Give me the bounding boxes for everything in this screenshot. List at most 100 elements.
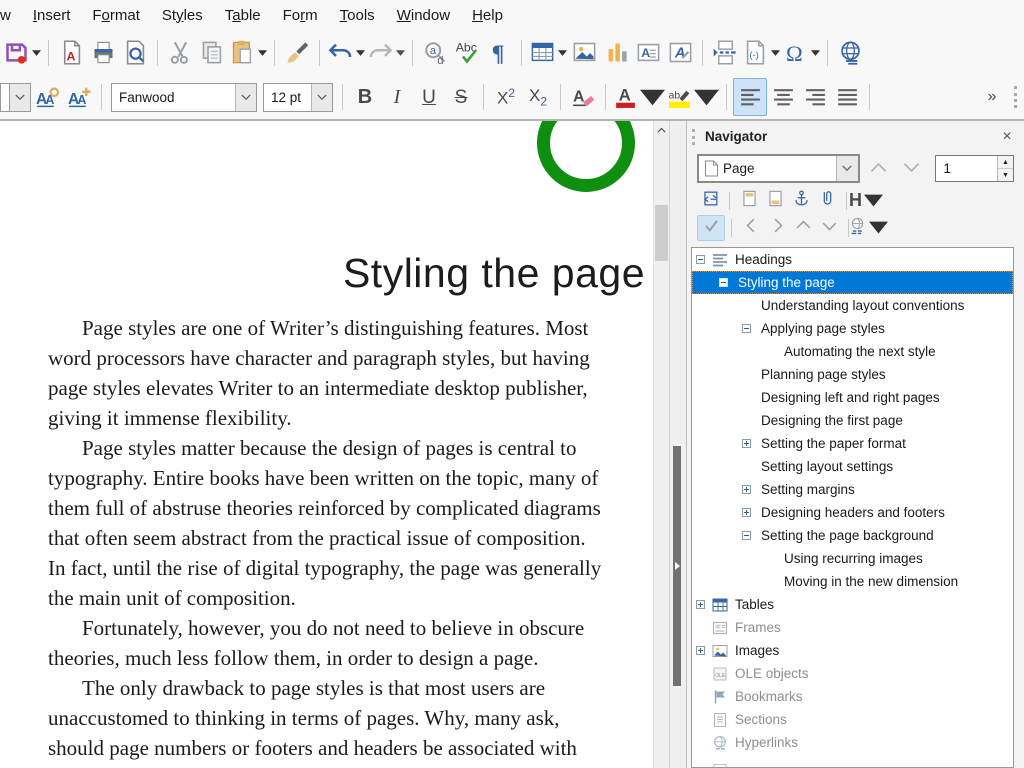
tree-item-setting-margins[interactable]: Setting margins xyxy=(692,478,1013,501)
dropdown-caret-icon[interactable] xyxy=(869,218,888,237)
previous-page-button[interactable] xyxy=(864,156,893,182)
font-name-combo[interactable]: Fanwood xyxy=(111,83,257,112)
insert-textbox-button[interactable]: A xyxy=(632,35,664,71)
tree-item-using-recurring-images[interactable]: Using recurring images xyxy=(692,547,1013,570)
document-scrollbar[interactable] xyxy=(653,121,669,768)
strikethrough-button[interactable]: S xyxy=(445,79,477,115)
clone-formatting-button[interactable] xyxy=(281,35,313,71)
tree-item-understanding-layout-conventions[interactable]: Understanding layout conventions xyxy=(692,294,1013,317)
expand-icon[interactable] xyxy=(742,439,751,448)
insert-chart-button[interactable] xyxy=(600,35,632,71)
dropdown-caret-icon[interactable] xyxy=(811,50,820,56)
superscript-button[interactable]: X2 xyxy=(490,79,522,115)
paragraph-style-combo-dropdown-button[interactable] xyxy=(9,83,31,112)
dropdown-caret-icon[interactable] xyxy=(32,50,41,56)
anchor-button[interactable] xyxy=(788,189,814,213)
sidebar-splitter[interactable] xyxy=(669,121,687,768)
tree-item-setting-layout-settings[interactable]: Setting layout settings xyxy=(692,455,1013,478)
undo-button[interactable] xyxy=(326,35,366,71)
collapse-icon[interactable] xyxy=(742,531,751,540)
find-replace-button[interactable]: ad xyxy=(419,35,451,71)
dropdown-caret-icon[interactable] xyxy=(356,50,365,56)
scrollbar-thumb[interactable] xyxy=(655,205,668,261)
nav-up-button[interactable] xyxy=(790,216,816,240)
expand-icon[interactable] xyxy=(742,508,751,517)
footer-button[interactable] xyxy=(762,189,788,213)
dropdown-caret-icon[interactable] xyxy=(396,50,405,56)
italic-button[interactable]: I xyxy=(381,79,413,115)
tree-item-setting-the-paper-format[interactable]: Setting the paper format xyxy=(692,432,1013,455)
panel-grip-icon[interactable] xyxy=(692,129,698,145)
print-button[interactable] xyxy=(87,35,119,71)
tree-item-ole-objects[interactable]: OLEOLE objects xyxy=(692,662,1013,685)
content-navigation-button[interactable] xyxy=(697,215,725,241)
close-panel-button[interactable]: × xyxy=(998,129,1016,145)
spin-up-button[interactable]: ▲ xyxy=(998,156,1013,169)
spelling-button[interactable]: Abc xyxy=(451,35,483,71)
spin-down-button[interactable]: ▼ xyxy=(998,169,1013,181)
save-button[interactable] xyxy=(2,35,42,71)
toolbar-overflow-button[interactable]: » xyxy=(976,79,1008,115)
tree-item-automating-the-next-style[interactable]: Automating the next style xyxy=(692,340,1013,363)
insert-field-button[interactable]: (-) xyxy=(741,35,781,71)
tree-item-setting-the-page-background[interactable]: Setting the page background xyxy=(692,524,1013,547)
tree-item-item[interactable] xyxy=(692,754,1013,768)
style-new-button[interactable]: AA xyxy=(63,79,95,115)
paragraph-style-combo[interactable] xyxy=(0,83,31,112)
nav-down-button[interactable] xyxy=(816,216,842,240)
collapse-icon[interactable] xyxy=(719,278,728,287)
font-name-combo-dropdown-button[interactable] xyxy=(235,84,256,111)
hyperlink-button[interactable] xyxy=(834,35,866,71)
menu-item-insert[interactable]: Insert xyxy=(22,3,82,28)
tree-item-bookmarks[interactable]: Bookmarks xyxy=(692,685,1013,708)
tree-item-frames[interactable]: Frames xyxy=(692,616,1013,639)
collapse-icon[interactable] xyxy=(696,255,705,264)
drag-mode-button[interactable] xyxy=(855,216,881,240)
subscript-button[interactable]: X2 xyxy=(522,79,554,115)
nav-forward-button[interactable] xyxy=(764,216,790,240)
menu-item-table[interactable]: Table xyxy=(214,3,272,28)
tree-item-designing-headers-and-footers[interactable]: Designing headers and footers xyxy=(692,501,1013,524)
dropdown-caret-icon[interactable] xyxy=(771,50,780,56)
document-area[interactable]: Styling the page Page styles are one of … xyxy=(0,121,653,768)
expand-icon[interactable] xyxy=(742,485,751,494)
special-character-button[interactable]: Ω xyxy=(781,35,821,71)
menu-item-w[interactable]: w xyxy=(0,3,22,28)
align-right-button[interactable] xyxy=(799,79,831,115)
tree-item-designing-left-and-right-pages[interactable]: Designing left and right pages xyxy=(692,386,1013,409)
print-preview-button[interactable] xyxy=(119,35,151,71)
highlight-color-button[interactable]: ab xyxy=(666,79,720,115)
cut-button[interactable] xyxy=(164,35,196,71)
draw-functions-button[interactable]: A xyxy=(664,35,696,71)
paste-button[interactable] xyxy=(228,35,268,71)
menu-item-help[interactable]: Help xyxy=(461,3,514,28)
dropdown-caret-icon[interactable] xyxy=(558,50,567,56)
expand-icon[interactable] xyxy=(696,646,705,655)
dropdown-caret-icon[interactable] xyxy=(694,85,719,110)
scroll-up-button[interactable] xyxy=(654,121,669,138)
splitter-grab-handle[interactable] xyxy=(673,446,681,686)
tree-item-hyperlinks[interactable]: Hyperlinks xyxy=(692,731,1013,754)
underline-button[interactable]: U xyxy=(413,79,445,115)
insert-table-button[interactable] xyxy=(528,35,568,71)
align-center-button[interactable] xyxy=(767,79,799,115)
menu-item-tools[interactable]: Tools xyxy=(329,3,386,28)
font-size-combo[interactable]: 12 pt xyxy=(263,83,333,112)
dropdown-caret-icon[interactable] xyxy=(864,191,883,210)
tree-item-styling-the-page[interactable]: Styling the page xyxy=(692,271,1013,294)
style-update-button[interactable]: AA xyxy=(31,79,63,115)
font-size-combo-dropdown-button[interactable] xyxy=(311,84,332,111)
navigate-by-dropdown-button[interactable] xyxy=(836,156,858,181)
collapse-icon[interactable] xyxy=(742,324,751,333)
menu-item-styles[interactable]: Styles xyxy=(151,3,214,28)
justify-button[interactable] xyxy=(831,79,863,115)
export-pdf-button[interactable]: A xyxy=(55,35,87,71)
clear-formatting-button[interactable]: A xyxy=(567,79,599,115)
toolbar-grip-icon[interactable] xyxy=(1014,86,1020,108)
menu-item-format[interactable]: Format xyxy=(81,3,151,28)
navigate-by-combo[interactable]: Page xyxy=(697,154,860,183)
insert-image-button[interactable] xyxy=(568,35,600,71)
tree-item-moving-in-the-new-dimension[interactable]: Moving in the new dimension xyxy=(692,570,1013,593)
tree-item-tables[interactable]: Tables xyxy=(692,593,1013,616)
reminder-button[interactable] xyxy=(814,189,840,213)
